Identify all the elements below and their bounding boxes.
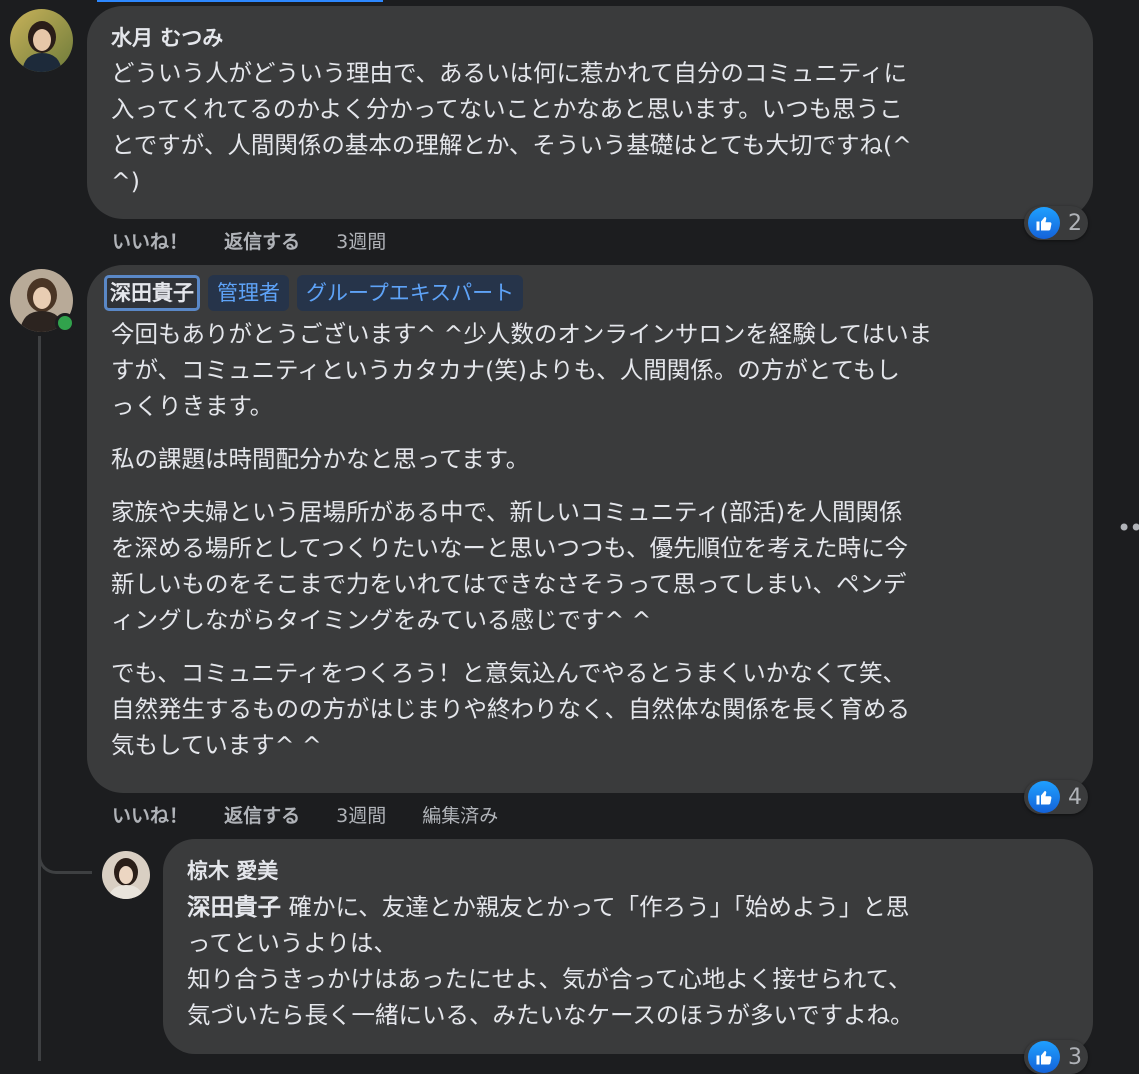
comment-line: 入ってくれてるのかよく分かってないことかなあと思います。いつも思うこ: [111, 95, 903, 123]
mention-link[interactable]: 深田貴子: [187, 893, 281, 921]
comment-line: ィングしながらタイミングをみている感じです^ ^: [111, 606, 652, 634]
comment-line: 気づいたら長く一緒にいる、みたいなケースのほうが多いですよね。: [187, 1001, 914, 1029]
comment-author[interactable]: 深田貴子: [104, 275, 200, 311]
comment-text: 深田貴子 確かに、友達とか親友とかって「作ろう」「始めよう」と思 ってというより…: [187, 889, 914, 1033]
comment-text: どういう人がどういう理由で、あるいは何に惹かれて自分のコミュニティに 入ってくれ…: [111, 55, 912, 199]
active-tab-indicator: [97, 0, 383, 2]
online-status-dot: [55, 313, 75, 333]
comment-text: 今回もありがとうございます^ ^少人数のオンラインサロンを経験してはいま すが、…: [111, 316, 932, 763]
reply-thread-line: [38, 336, 41, 1061]
avatar[interactable]: [10, 9, 73, 72]
like-icon: [1028, 207, 1060, 239]
comment-actions: いいね！ 返信する 3週間: [112, 227, 386, 254]
comment-line: ^): [111, 167, 140, 195]
reaction-count: 2: [1068, 210, 1082, 236]
comment-author[interactable]: 椋木 愛美: [187, 855, 278, 885]
reply-bubble: 椋木 愛美 深田貴子 確かに、友達とか親友とかって「作ろう」「始めよう」と思 っ…: [163, 839, 1093, 1054]
comment-line: どういう人がどういう理由で、あるいは何に惹かれて自分のコミュニティに: [111, 59, 907, 87]
edited-label[interactable]: 編集済み: [422, 805, 498, 827]
admin-badge[interactable]: 管理者: [208, 275, 289, 311]
like-icon: [1028, 1041, 1060, 1073]
comment-line: ってというよりは、: [187, 929, 397, 957]
like-button[interactable]: いいね！: [112, 231, 188, 253]
comment-actions: いいね！ 返信する 3週間 編集済み: [112, 801, 498, 828]
reply-button[interactable]: 返信する: [224, 805, 300, 827]
comment-line: 知り合うきっかけはあったにせよ、気が合って心地よく接せられて、: [187, 965, 912, 993]
comment-line: 確かに、友達とか親友とかって「作ろう」「始めよう」と思: [281, 893, 910, 921]
comment-line: 家族や夫婦という居場所がある中で、新しいコミュニティ(部活)を人間関係: [111, 498, 903, 526]
comment-line: 私の課題は時間配分かなと思ってます。: [111, 445, 530, 473]
like-icon: [1028, 781, 1060, 813]
reaction-summary[interactable]: 2: [1024, 206, 1088, 240]
comment-line: を深める場所としてつくりたいなーと思いつつも、優先順位を考えた時に今: [111, 534, 909, 562]
comment-line: でも、コミュニティをつくろう！と意気込んでやるとうまくいかなくて笑、: [111, 659, 907, 687]
comment-line: とですが、人間関係の基本の理解とか、そういう基礎はとても大切ですね(^: [111, 131, 912, 159]
reply-thread-connector: [38, 818, 92, 874]
reaction-summary[interactable]: 3: [1024, 1040, 1088, 1074]
reaction-count: 4: [1068, 784, 1082, 810]
reply-button[interactable]: 返信する: [224, 231, 300, 253]
reaction-count: 3: [1068, 1044, 1082, 1070]
comment-author[interactable]: 水月 むつみ: [111, 22, 223, 52]
comment-line: 自然発生するものの方がはじまりや終わりなく、自然体な関係を長く育める: [111, 695, 910, 723]
comment-line: 今回もありがとうございます^ ^少人数のオンラインサロンを経験してはいま: [111, 320, 933, 348]
comment-line: 気もしています^ ^: [111, 731, 322, 759]
group-expert-badge[interactable]: グループエキスパート: [297, 275, 524, 311]
comment-header: 深田貴子 管理者 グループエキスパート: [104, 275, 524, 311]
comment-bubble: 深田貴子 管理者 グループエキスパート 今回もありがとうございます^ ^少人数の…: [87, 265, 1093, 793]
timestamp[interactable]: 3週間: [336, 231, 386, 253]
comment-line: 新しいものをそこまで力をいれてはできなさそうって思ってしまい、ペンデ: [111, 570, 907, 598]
avatar[interactable]: [102, 851, 150, 899]
comment-bubble: 水月 むつみ どういう人がどういう理由で、あるいは何に惹かれて自分のコミュニティ…: [87, 6, 1093, 219]
more-options-icon[interactable]: ••: [1117, 514, 1139, 542]
timestamp[interactable]: 3週間: [336, 805, 386, 827]
like-button[interactable]: いいね！: [112, 805, 188, 827]
reaction-summary[interactable]: 4: [1024, 780, 1088, 814]
comment-line: っくりきます。: [111, 392, 274, 420]
comment-line: すが、コミュニティというカタカナ(笑)よりも、人間関係。の方がとてもし: [111, 356, 900, 384]
